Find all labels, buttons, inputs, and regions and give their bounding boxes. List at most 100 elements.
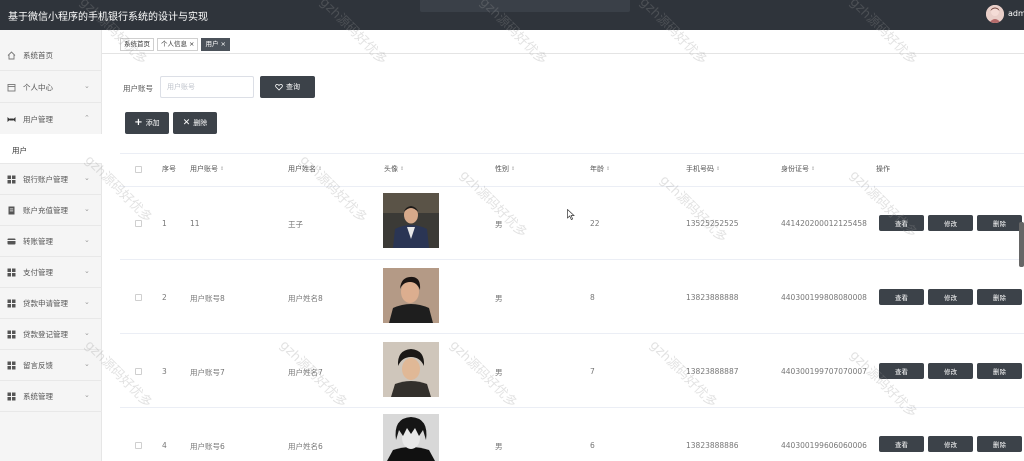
close-icon: ✕ [182,117,191,128]
column-header-age[interactable]: 年龄 ⇕ [590,164,610,174]
sidebar-item-home[interactable]: 系统首页 [0,40,102,71]
sidebar-item-recharge[interactable]: 账户充值管理 ⌄ [0,195,102,226]
grid-icon [7,361,16,370]
edit-button[interactable]: 修改 [928,363,973,379]
add-button-label: 添加 [145,119,160,127]
view-button[interactable]: 查看 [879,289,924,305]
app-title: 基于微信小程序的手机银行系统的设计与实现 [8,12,208,23]
grid-icon [7,330,16,339]
column-header-index: 序号 [162,165,176,173]
column-header-name[interactable]: 用户姓名 ⇕ [288,164,322,174]
sidebar-item-payment[interactable]: 支付管理 ⌄ [0,257,102,288]
chevron-down-icon: ⌄ [84,360,90,368]
document-icon [7,206,16,215]
avatar-image-icon [986,5,1004,23]
select-all-checkbox[interactable] [135,166,142,173]
cell-id-card: 440300199606060006 [781,441,867,450]
heart-icon [275,83,283,91]
sidebar-item-label: 留言反馈 [23,361,53,370]
user-group-icon [7,115,16,124]
tab-personal-info[interactable]: 个人信息 × [157,38,199,51]
sidebar-item-label: 支付管理 [23,268,53,277]
sort-icon[interactable]: ⇕ [318,166,322,172]
column-header-phone[interactable]: 手机号码 ⇕ [686,164,720,174]
column-header-id-card[interactable]: 身份证号 ⇕ [781,164,815,174]
sidebar-item-bank-account[interactable]: 银行账户管理 ⌄ [0,164,102,195]
row-divider [120,407,1024,408]
cell-id-card: 440300199808080008 [781,293,867,302]
delete-button[interactable]: 删除 [977,436,1022,452]
sidebar-item-system-management[interactable]: 系统管理 ⌄ [0,381,102,412]
add-button[interactable]: + 添加 [125,112,169,134]
tab-label: 个人信息 [161,40,187,48]
column-header-gender[interactable]: 性别 ⇕ [495,164,515,174]
tab-home[interactable]: 系统首页 [120,38,154,51]
view-button[interactable]: 查看 [879,215,924,231]
cell-phone: 13823888886 [686,441,739,450]
sidebar-item-user-management[interactable]: 用户管理 ⌃ [0,104,102,135]
sort-icon[interactable]: ⇕ [811,166,815,172]
sort-icon[interactable]: ⇕ [400,166,404,172]
calendar-icon [7,83,16,92]
cell-phone: 13823888887 [686,367,739,376]
cell-phone: 13823888888 [686,293,739,302]
sidebar-item-personal-center[interactable]: 个人中心 ⌄ [0,72,102,103]
sidebar-item-label: 个人中心 [23,83,53,92]
sort-icon[interactable]: ⇕ [220,166,224,172]
home-icon [7,51,16,60]
cell-id-card: 441420200012125458 [781,219,867,228]
view-button[interactable]: 查看 [879,436,924,452]
watermark-text: gzh源码好优多 [656,172,730,246]
view-button[interactable]: 查看 [879,363,924,379]
header-search-bar[interactable] [420,0,630,12]
tab-label: 系统首页 [124,40,150,48]
delete-button[interactable]: 删除 [977,215,1022,231]
column-header-avatar[interactable]: 头像 ⇕ [384,164,404,174]
column-header-account[interactable]: 用户账号 ⇕ [190,164,224,174]
cell-id-card: 440300199707070007 [781,367,867,376]
sidebar-item-label: 账户充值管理 [23,206,68,215]
batch-delete-button[interactable]: ✕ 删除 [173,112,217,134]
row-checkbox[interactable] [135,294,142,301]
chevron-down-icon: ⌄ [84,205,90,213]
row-checkbox[interactable] [135,220,142,227]
row-checkbox[interactable] [135,442,142,449]
vertical-scrollbar[interactable] [1019,222,1024,267]
sort-icon[interactable]: ⇕ [606,166,610,172]
top-header: 基于微信小程序的手机银行系统的设计与实现 adm [0,0,1024,30]
tab-user[interactable]: 用户 × [201,38,230,51]
edit-button[interactable]: 修改 [928,215,973,231]
chevron-down-icon: ⌄ [84,236,90,244]
search-button[interactable]: 查询 [260,76,315,98]
mouse-cursor-icon [567,209,575,220]
edit-button[interactable]: 修改 [928,289,973,305]
cell-account: 用户账号6 [190,442,225,451]
edit-button[interactable]: 修改 [928,436,973,452]
row-checkbox[interactable] [135,368,142,375]
sidebar-item-label: 系统首页 [23,51,53,60]
close-icon[interactable]: × [189,39,194,50]
cell-gender: 男 [495,220,503,229]
avatar-photo [383,268,439,323]
plus-icon: + [134,117,143,128]
user-name[interactable]: adm [1008,9,1024,18]
avatar-photo [383,193,439,248]
sort-icon[interactable]: ⇕ [716,166,720,172]
watermark-text: gzh源码好优多 [446,337,520,411]
grid-icon [7,175,16,184]
sidebar-item-loan-registration[interactable]: 贷款登记管理 ⌄ [0,319,102,350]
sidebar-item-transfer[interactable]: 转账管理 ⌄ [0,226,102,257]
account-search-input[interactable] [160,76,254,98]
chevron-up-icon: ⌃ [84,114,90,122]
cell-name: 用户姓名6 [288,442,323,451]
sort-icon[interactable]: ⇕ [511,166,515,172]
sidebar-item-loan-application[interactable]: 贷款申请管理 ⌄ [0,288,102,319]
delete-button[interactable]: 删除 [977,363,1022,379]
close-icon[interactable]: × [220,39,225,50]
row-divider [120,333,1024,334]
delete-button[interactable]: 删除 [977,289,1022,305]
sidebar-item-feedback[interactable]: 留言反馈 ⌄ [0,350,102,381]
user-avatar[interactable] [986,5,1004,23]
sidebar-subitem-user[interactable]: 用户 [0,134,102,164]
cell-account: 用户账号8 [190,294,225,303]
